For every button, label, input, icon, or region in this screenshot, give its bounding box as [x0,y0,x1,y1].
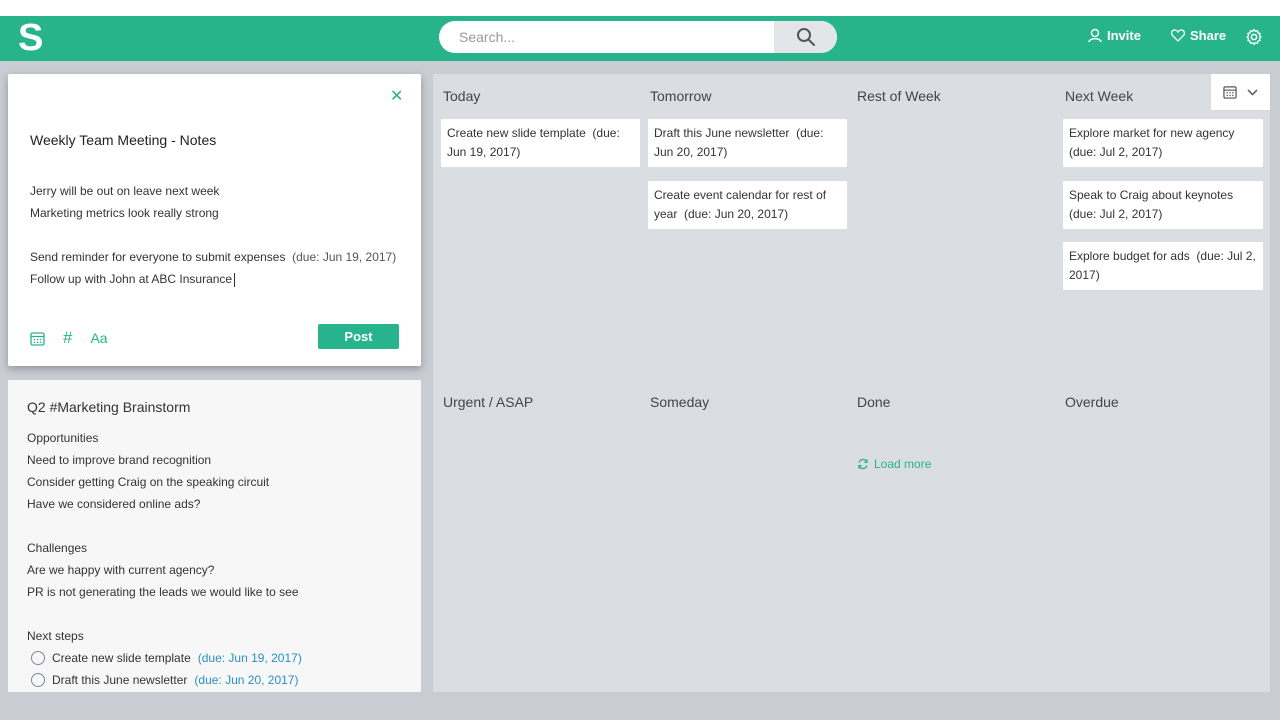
note-line: Opportunities [27,431,99,445]
text-format-button[interactable]: Aa [90,330,107,346]
editor-body[interactable]: Jerry will be out on leave next week Mar… [30,180,396,290]
calendar-icon[interactable] [30,331,45,346]
task-card[interactable]: Explore market for new agency (due: Jul … [1063,119,1263,167]
column-header-someday: Someday [650,394,710,410]
task-card[interactable]: Create new slide template (due: Jun 19, … [441,119,640,167]
note-line: Are we happy with current agency? [27,563,215,577]
task-card[interactable]: Draft this June newsletter (due: Jun 20,… [648,119,847,167]
column-header-rest-of-week: Rest of Week [857,88,941,104]
column-header-tomorrow: Tomorrow [650,88,712,104]
todo-text: Draft this June newsletter [52,673,188,687]
app-logo[interactable]: S [18,17,43,59]
load-more-label: Load more [874,457,932,471]
settings-button[interactable] [1245,28,1263,51]
hashtag-icon[interactable]: # [63,328,72,348]
calendar-icon [1223,86,1237,99]
note-body: Opportunities Need to improve brand reco… [27,427,302,691]
invite-button[interactable]: Invite [1088,28,1141,43]
search-button[interactable] [774,21,837,53]
invite-label: Invite [1107,28,1141,43]
share-label: Share [1190,28,1227,43]
note-line [27,515,302,537]
search-icon [796,28,815,46]
note-line: Have we considered online ads? [27,497,201,511]
due-date: (due: Jun 19, 2017) [292,250,397,264]
task-card[interactable]: Explore budget for ads (due: Jul 2, 2017… [1063,242,1263,290]
column-header-overdue: Overdue [1065,394,1119,410]
user-icon [1088,28,1102,43]
task-board: Today Tomorrow Rest of Week Next Week Cr… [433,74,1270,692]
note-line: Consider getting Craig on the speaking c… [27,475,270,489]
editor-title[interactable]: Weekly Team Meeting - Notes [30,132,216,148]
todo-checkbox[interactable] [31,673,45,687]
note-card[interactable]: Q2 #Marketing Brainstorm Opportunities N… [8,380,421,692]
load-more-button[interactable]: Load more [857,457,931,471]
task-card[interactable]: Speak to Craig about keynotes (due: Jul … [1063,181,1263,229]
gear-icon [1246,28,1262,46]
share-button[interactable]: Share [1171,28,1226,43]
text-caret [234,272,236,287]
note-editor[interactable]: ✕ Weekly Team Meeting - Notes Jerry will… [8,74,421,366]
editor-line: Marketing metrics look really strong [30,206,219,220]
note-title: Q2 #Marketing Brainstorm [27,399,191,415]
calendar-view-toggle[interactable] [1210,74,1270,111]
editor-toolbar: # Aa [30,328,108,348]
note-line: Next steps [27,629,84,643]
task-card[interactable]: Create event calendar for rest of year (… [648,181,847,229]
heart-icon [1171,29,1185,42]
todo-text: Create new slide template [52,651,191,665]
column-header-urgent: Urgent / ASAP [443,394,534,410]
app-header: S Invite Share [0,16,1280,61]
top-strip [0,0,1280,16]
due-date-link[interactable]: (due: Jun 20, 2017) [194,669,298,691]
search-bar [439,21,837,53]
search-input[interactable] [439,21,775,53]
editor-line: Follow up with John at ABC Insurance [30,268,396,290]
editor-line: Send reminder for everyone to submit exp… [30,250,397,264]
todo-item: Draft this June newsletter (due: Jun 20,… [31,669,302,691]
note-line: Need to improve brand recognition [27,453,212,467]
column-header-done: Done [857,394,891,410]
note-line: Challenges [27,541,88,555]
note-line: PR is not generating the leads we would … [27,585,299,599]
post-button[interactable]: Post [318,324,399,349]
todo-item: Create new slide template (due: Jun 19, … [31,647,302,669]
todo-checkbox[interactable] [31,651,45,665]
note-line [27,603,302,625]
close-icon[interactable]: ✕ [390,86,403,106]
column-header-next-week: Next Week [1065,88,1134,104]
due-date-link[interactable]: (due: Jun 19, 2017) [198,647,302,669]
editor-line: Jerry will be out on leave next week [30,184,220,198]
refresh-icon [858,458,868,470]
column-header-today: Today [443,88,481,104]
chevron-down-icon [1247,88,1258,96]
